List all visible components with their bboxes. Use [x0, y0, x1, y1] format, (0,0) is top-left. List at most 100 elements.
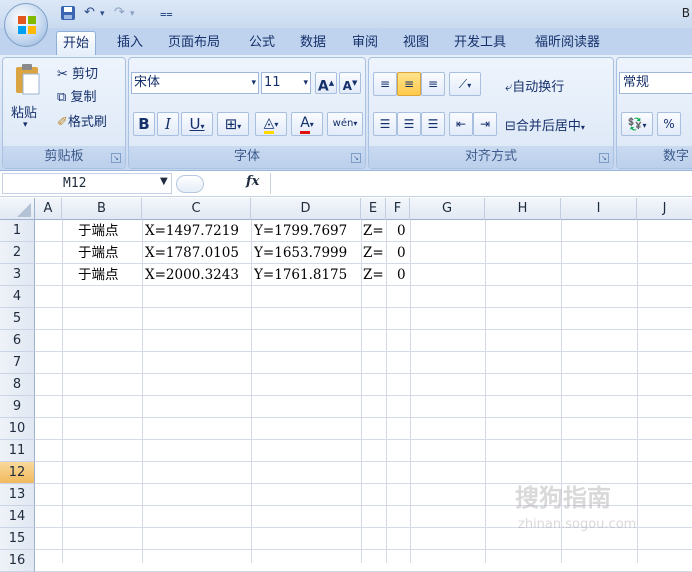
- cell-f1[interactable]: 0: [397, 220, 406, 242]
- formula-bar-handle[interactable]: [176, 175, 204, 193]
- row-header[interactable]: 16: [0, 550, 35, 572]
- column-header-a[interactable]: A: [35, 198, 62, 220]
- insert-function-icon[interactable]: fx: [246, 174, 259, 189]
- align-middle-button[interactable]: ≡: [397, 72, 421, 96]
- copy-button[interactable]: ⧉ 复制: [57, 86, 96, 105]
- row-header[interactable]: 9: [0, 396, 35, 418]
- select-all-button[interactable]: [0, 198, 35, 220]
- row-header[interactable]: 10: [0, 418, 35, 440]
- font-color-dropdown-icon[interactable]: ▾: [310, 120, 314, 129]
- align-top-button[interactable]: ≡: [373, 72, 397, 96]
- formula-input[interactable]: [270, 173, 692, 194]
- name-box-dropdown-icon[interactable]: ▼: [160, 176, 168, 187]
- font-name-dropdown-icon[interactable]: ▾: [251, 73, 256, 93]
- orientation-button[interactable]: ⟋▾: [449, 72, 481, 96]
- accounting-dropdown-icon[interactable]: ▾: [642, 121, 646, 130]
- shrink-font-button[interactable]: A▼: [339, 72, 361, 94]
- align-right-button[interactable]: ☰: [421, 112, 445, 136]
- font-name-select[interactable]: 宋体 ▾: [131, 72, 259, 94]
- merge-dropdown-icon[interactable]: ▾: [581, 123, 585, 132]
- row-header[interactable]: 11: [0, 440, 35, 462]
- tab-foxit-reader[interactable]: 福昕阅读器: [535, 31, 600, 56]
- phonetic-dropdown-icon[interactable]: ▾: [353, 119, 357, 128]
- tab-data[interactable]: 数据: [300, 31, 326, 56]
- column-header-i[interactable]: I: [561, 198, 637, 220]
- bold-button[interactable]: B: [133, 112, 155, 136]
- cell-e1[interactable]: Z=: [363, 220, 384, 242]
- paste-dropdown-icon[interactable]: ▾: [23, 120, 28, 130]
- column-header-b[interactable]: B: [62, 198, 142, 220]
- office-button[interactable]: [4, 3, 48, 47]
- tab-view[interactable]: 视图: [403, 31, 429, 56]
- tab-formulas[interactable]: 公式: [249, 31, 275, 56]
- cell-e3[interactable]: Z=: [363, 264, 384, 286]
- undo-icon[interactable]: ↶: [84, 5, 95, 23]
- orientation-dropdown-icon[interactable]: ▾: [467, 81, 471, 90]
- borders-dropdown-icon[interactable]: ▾: [237, 122, 241, 131]
- row-header[interactable]: 15: [0, 528, 35, 550]
- row-header[interactable]: 7: [0, 352, 35, 374]
- cell-c2[interactable]: X=1787.0105: [145, 242, 239, 264]
- column-header-g[interactable]: G: [410, 198, 485, 220]
- tab-home[interactable]: 开始: [56, 31, 97, 56]
- align-bottom-button[interactable]: ≡: [421, 72, 445, 96]
- wrap-text-button[interactable]: ⤶自动换行: [505, 76, 564, 95]
- tab-insert[interactable]: 插入: [117, 31, 143, 56]
- column-header-d[interactable]: D: [251, 198, 361, 220]
- undo-dropdown-icon[interactable]: ▾: [100, 9, 105, 27]
- tab-page-layout[interactable]: 页面布局: [168, 31, 220, 56]
- cell-d2[interactable]: Y=1653.7999: [254, 242, 347, 264]
- row-header[interactable]: 13: [0, 484, 35, 506]
- row-header[interactable]: 14: [0, 506, 35, 528]
- column-header-c[interactable]: C: [142, 198, 251, 220]
- align-left-button[interactable]: ☰: [373, 112, 397, 136]
- accounting-format-button[interactable]: 💱▾: [621, 112, 653, 136]
- cell-d3[interactable]: Y=1761.8175: [254, 264, 347, 286]
- cell-b1[interactable]: 于端点: [78, 220, 119, 242]
- column-header-j[interactable]: J: [637, 198, 692, 220]
- cell-d1[interactable]: Y=1799.7697: [254, 220, 347, 242]
- row-header[interactable]: 8: [0, 374, 35, 396]
- cell-f3[interactable]: 0: [397, 264, 406, 286]
- tab-developer[interactable]: 开发工具: [454, 31, 506, 56]
- row-header[interactable]: 1: [0, 220, 35, 242]
- customize-qat-icon[interactable]: ⩵: [160, 7, 173, 25]
- row-header[interactable]: 4: [0, 286, 35, 308]
- underline-button[interactable]: U▾: [181, 112, 213, 136]
- font-launcher-icon[interactable]: ↘: [351, 153, 361, 163]
- borders-button[interactable]: ⊞▾: [217, 112, 249, 136]
- cut-button[interactable]: ✂ 剪切: [57, 63, 98, 82]
- cell-e2[interactable]: Z=: [363, 242, 384, 264]
- alignment-launcher-icon[interactable]: ↘: [599, 153, 609, 163]
- italic-button[interactable]: I: [157, 112, 179, 136]
- cell-f2[interactable]: 0: [397, 242, 406, 264]
- cell-c3[interactable]: X=2000.3243: [145, 264, 239, 286]
- redo-dropdown-icon[interactable]: ▾: [130, 9, 135, 27]
- row-header[interactable]: 2: [0, 242, 35, 264]
- cell-c1[interactable]: X=1497.7219: [145, 220, 239, 242]
- cell-b2[interactable]: 于端点: [78, 242, 119, 264]
- column-header-f[interactable]: F: [386, 198, 410, 220]
- row-header[interactable]: 3: [0, 264, 35, 286]
- paste-label[interactable]: 粘贴: [11, 102, 37, 121]
- decrease-indent-button[interactable]: ⇤: [449, 112, 473, 136]
- phonetic-button[interactable]: wén▾: [327, 112, 363, 136]
- format-painter-button[interactable]: ✐格式刷: [57, 111, 107, 130]
- redo-icon[interactable]: ↷: [114, 5, 125, 23]
- number-format-select[interactable]: 常规: [619, 72, 692, 94]
- font-size-select[interactable]: 11 ▾: [261, 72, 311, 94]
- tab-review[interactable]: 审阅: [352, 31, 378, 56]
- font-color-button[interactable]: A▾: [291, 112, 323, 136]
- row-header[interactable]: 5: [0, 308, 35, 330]
- grow-font-button[interactable]: A▲: [315, 72, 337, 95]
- fill-color-button[interactable]: ◬▾: [255, 112, 287, 136]
- underline-dropdown-icon[interactable]: ▾: [200, 122, 204, 131]
- font-size-dropdown-icon[interactable]: ▾: [303, 73, 308, 93]
- cell-b3[interactable]: 于端点: [78, 264, 119, 286]
- name-box[interactable]: M12: [2, 173, 172, 194]
- save-icon[interactable]: [60, 5, 76, 23]
- clipboard-launcher-icon[interactable]: ↘: [111, 153, 121, 163]
- row-header-selected[interactable]: 12: [0, 462, 35, 484]
- align-center-button[interactable]: ☰: [397, 112, 421, 136]
- column-header-h[interactable]: H: [485, 198, 561, 220]
